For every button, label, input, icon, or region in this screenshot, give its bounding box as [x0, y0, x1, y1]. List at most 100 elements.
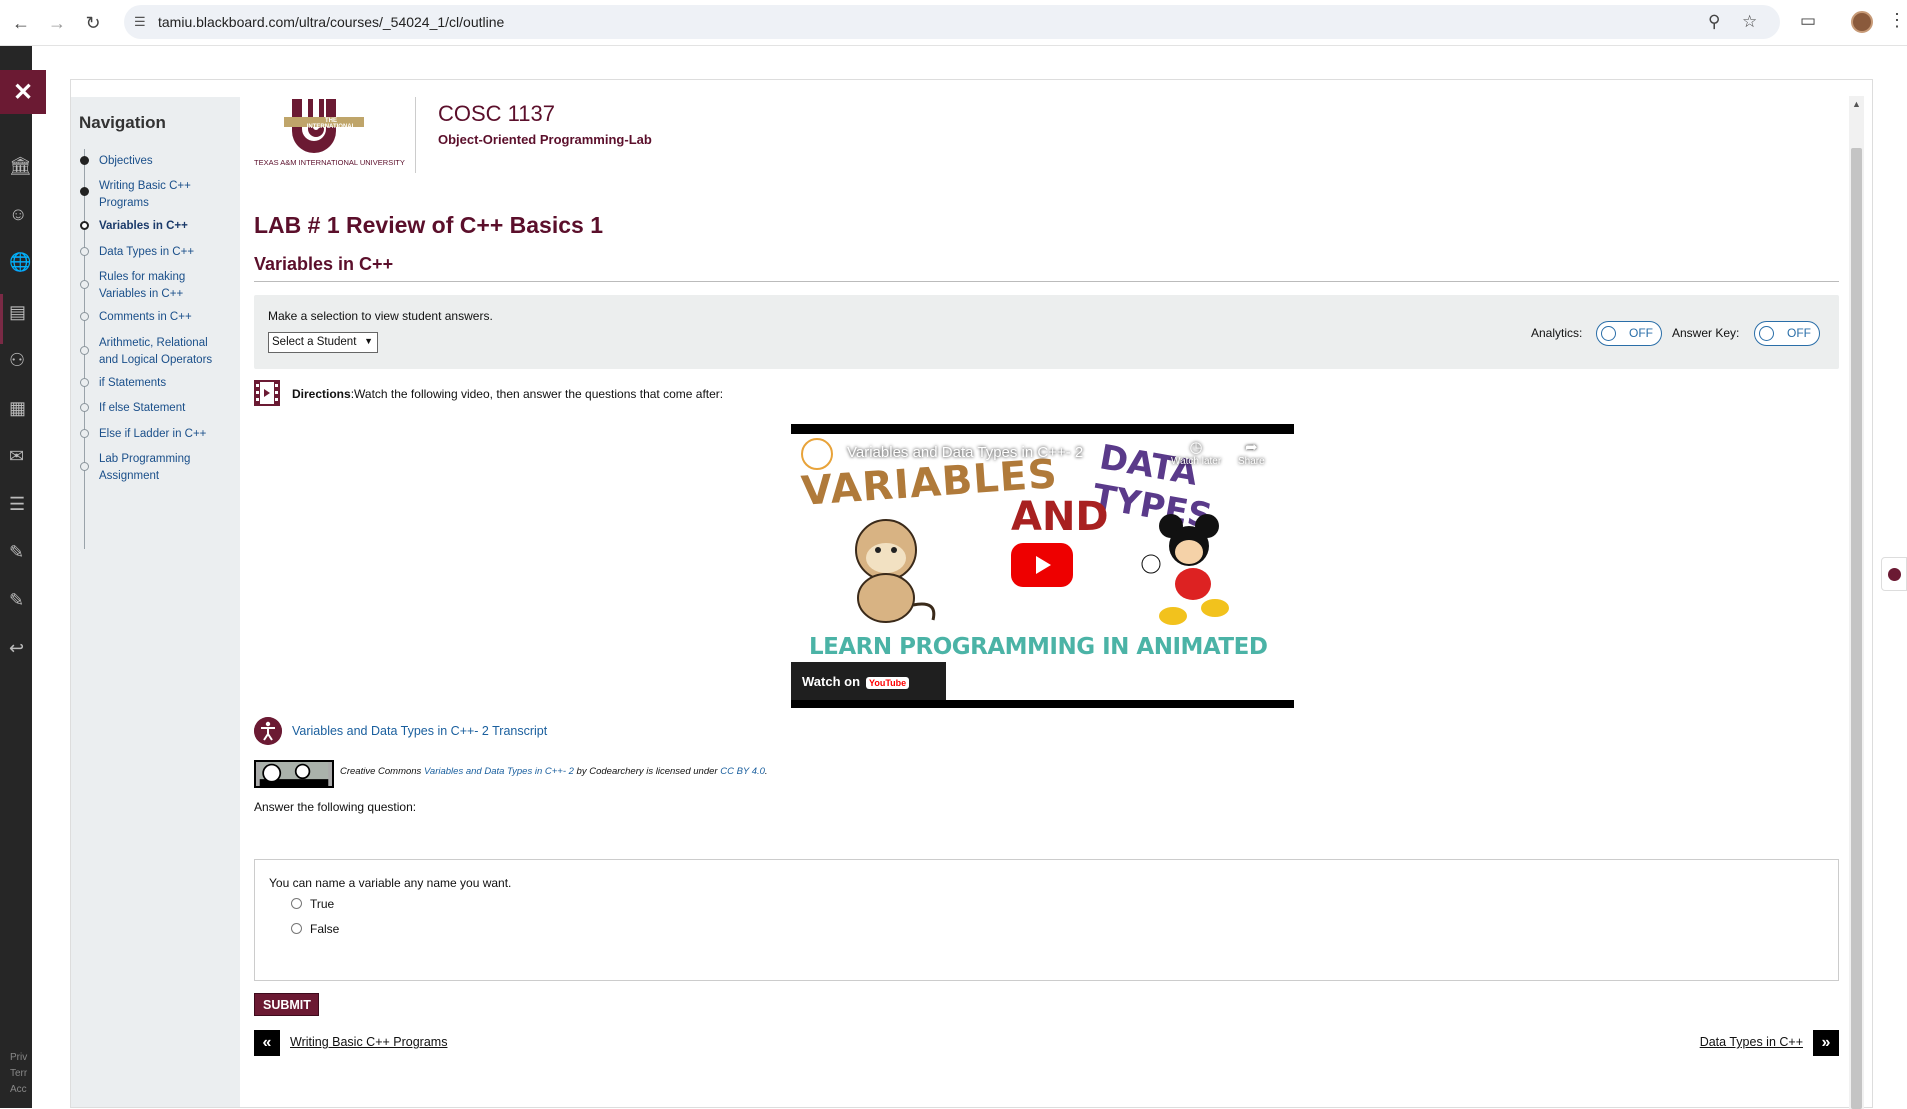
zoom-icon[interactable]: ⚲	[1708, 12, 1720, 32]
courses-icon[interactable]: ▤	[9, 302, 31, 324]
video-title[interactable]: Variables and Data Types in C++- 2	[847, 444, 1083, 461]
browser-menu-icon[interactable]: ⋮	[1888, 10, 1906, 31]
reload-icon[interactable]: ↻	[82, 12, 104, 34]
option-false[interactable]: False	[291, 922, 339, 936]
previous-page-link[interactable]: Writing Basic C++ Programs	[290, 1035, 447, 1049]
directions-body: :Watch the following video, then answer …	[350, 387, 724, 401]
radio-true[interactable]	[291, 898, 302, 909]
share-button[interactable]: ➦ Share	[1238, 438, 1265, 467]
nav-dot-if-else	[80, 403, 89, 412]
nav-item-else-if-ladder[interactable]: Else if Ladder in C++	[99, 426, 229, 443]
double-chevron-right-icon[interactable]: »	[1813, 1030, 1839, 1056]
cc-attribution-text: Creative Commons Variables and Data Type…	[340, 766, 768, 777]
privacy-link[interactable]: Priv	[10, 1050, 27, 1066]
address-bar[interactable]: ☰ tamiu.blackboard.com/ultra/courses/_54…	[124, 5, 1780, 39]
nav-dot-data-types	[80, 247, 89, 256]
analytics-toggle-state: OFF	[1629, 326, 1653, 340]
transcript-link[interactable]: Variables and Data Types in C++- 2 Trans…	[292, 724, 547, 738]
ultra-rail: ✕ 🏛 ☺ 🌐 ▤ ⚇ ▦ ✉ ☰ ✎ ✎ ↩ Priv Terr Acc	[0, 46, 46, 1108]
chevron-down-icon: ▼	[364, 336, 373, 346]
nav-item-comments[interactable]: Comments in C++	[99, 309, 229, 326]
terms-link[interactable]: Terr	[10, 1066, 27, 1082]
cc-work-link[interactable]: Variables and Data Types in C++- 2	[424, 766, 574, 777]
option-true-label: True	[310, 897, 335, 911]
messages-icon[interactable]: ✉	[9, 446, 31, 468]
watch-on-youtube-button[interactable]: Watch on YouTube	[791, 662, 946, 700]
analytics-toggle[interactable]: OFF	[1596, 321, 1662, 346]
scroll-thumb[interactable]	[1851, 148, 1862, 1109]
youtube-logo-icon: YouTube	[866, 677, 910, 689]
accessibility-link[interactable]: Acc	[10, 1082, 27, 1098]
back-icon[interactable]: ←	[10, 12, 32, 34]
scroll-up-icon[interactable]: ▲	[1852, 99, 1861, 109]
mickey-illustration	[1141, 514, 1229, 625]
channel-avatar[interactable]	[801, 438, 833, 470]
cc-license-link[interactable]: CC BY 4.0	[720, 766, 765, 777]
bookmark-star-icon[interactable]: ☆	[1742, 12, 1757, 32]
helper-icon	[1888, 568, 1901, 581]
calendar-icon[interactable]: ▦	[9, 398, 31, 420]
logo-text: TEXAS A&M INTERNATIONAL UNIVERSITY	[254, 158, 405, 167]
monkey-illustration	[855, 519, 936, 623]
radio-false[interactable]	[291, 923, 302, 934]
answer-key-label: Answer Key:	[1672, 326, 1740, 340]
cc-prefix: Creative Commons	[340, 766, 424, 777]
header-separator	[415, 97, 416, 173]
next-page-nav[interactable]: Data Types in C++ »	[1619, 1030, 1839, 1056]
double-chevron-left-icon[interactable]: «	[254, 1030, 280, 1056]
side-helper-tab[interactable]	[1881, 557, 1907, 591]
organizations-icon[interactable]: ⚇	[9, 350, 31, 372]
sign-out-icon[interactable]: ↩	[9, 638, 31, 660]
navigation-title: Navigation	[79, 113, 166, 132]
edit-icon[interactable]: ✎	[9, 590, 31, 612]
nav-item-operators[interactable]: Arithmetic, Relational and Logical Opera…	[99, 335, 229, 369]
url-text[interactable]: tamiu.blackboard.com/ultra/courses/_5402…	[158, 14, 504, 30]
share-label: Share	[1238, 456, 1265, 467]
student-select[interactable]: Select a Student ▼	[268, 332, 378, 353]
extensions-icon[interactable]: ▭	[1800, 11, 1816, 31]
nav-dot-writing	[80, 187, 89, 196]
nav-item-objectives[interactable]: Objectives	[99, 153, 229, 170]
profile-icon[interactable]: ☺	[9, 204, 31, 226]
submit-button[interactable]: SUBMIT	[254, 993, 319, 1016]
nav-item-writing-basic[interactable]: Writing Basic C++ Programs	[99, 178, 229, 212]
forward-icon[interactable]: →	[46, 12, 68, 34]
next-page-link[interactable]: Data Types in C++	[1700, 1035, 1803, 1049]
answer-key-toggle[interactable]: OFF	[1754, 321, 1820, 346]
university-logo: THE INTERNATIONAL TEXAS A&M INTERNATIONA…	[254, 97, 405, 169]
question-card: You can name a variable any name you wan…	[254, 859, 1839, 981]
nav-dot-rules	[80, 280, 89, 289]
nav-item-if-statements[interactable]: if Statements	[99, 375, 229, 392]
close-icon[interactable]: ✕	[0, 70, 46, 114]
student-select-value: Select a Student	[272, 336, 357, 348]
film-icon	[254, 380, 280, 406]
institution-icon[interactable]: 🏛	[9, 156, 32, 178]
toggle-knob	[1759, 326, 1774, 341]
nav-item-variables[interactable]: Variables in C++	[99, 218, 229, 235]
nav-item-if-else[interactable]: If else Statement	[99, 400, 229, 417]
youtube-video-embed[interactable]: VARIABLES DATA TYPES AND Variables and D…	[791, 424, 1294, 708]
student-selection-panel: Make a selection to view student answers…	[254, 295, 1839, 369]
nav-dot-else-if	[80, 429, 89, 438]
play-button[interactable]	[1011, 543, 1073, 587]
course-name: Object-Oriented Programming-Lab	[438, 132, 652, 147]
nav-item-lab-assignment[interactable]: Lab Programming Assignment	[99, 451, 229, 485]
share-icon: ➦	[1245, 439, 1258, 456]
nav-item-rules[interactable]: Rules for making Variables in C++	[99, 269, 229, 303]
rail-footer: Priv Terr Acc	[10, 1050, 27, 1098]
analytics-label: Analytics:	[1531, 326, 1583, 340]
cc-by-badge-icon[interactable]	[254, 760, 334, 788]
lesson-container: Navigation Objectives Writing Basic C++ …	[70, 79, 1873, 1109]
site-info-icon[interactable]: ☰	[134, 14, 146, 30]
grades-icon[interactable]: ☰	[9, 494, 31, 516]
nav-dot-lab	[80, 462, 89, 471]
content-scrollbar[interactable]: ▲	[1849, 96, 1864, 1109]
activity-icon[interactable]: 🌐	[9, 252, 31, 274]
nav-dot-if	[80, 378, 89, 387]
watch-later-button[interactable]: ◷ Watch later	[1171, 438, 1221, 467]
nav-item-data-types[interactable]: Data Types in C++	[99, 244, 229, 261]
profile-avatar[interactable]	[1851, 11, 1873, 33]
tools-icon[interactable]: ✎	[9, 542, 31, 564]
option-true[interactable]: True	[291, 897, 334, 911]
option-false-label: False	[310, 922, 340, 936]
